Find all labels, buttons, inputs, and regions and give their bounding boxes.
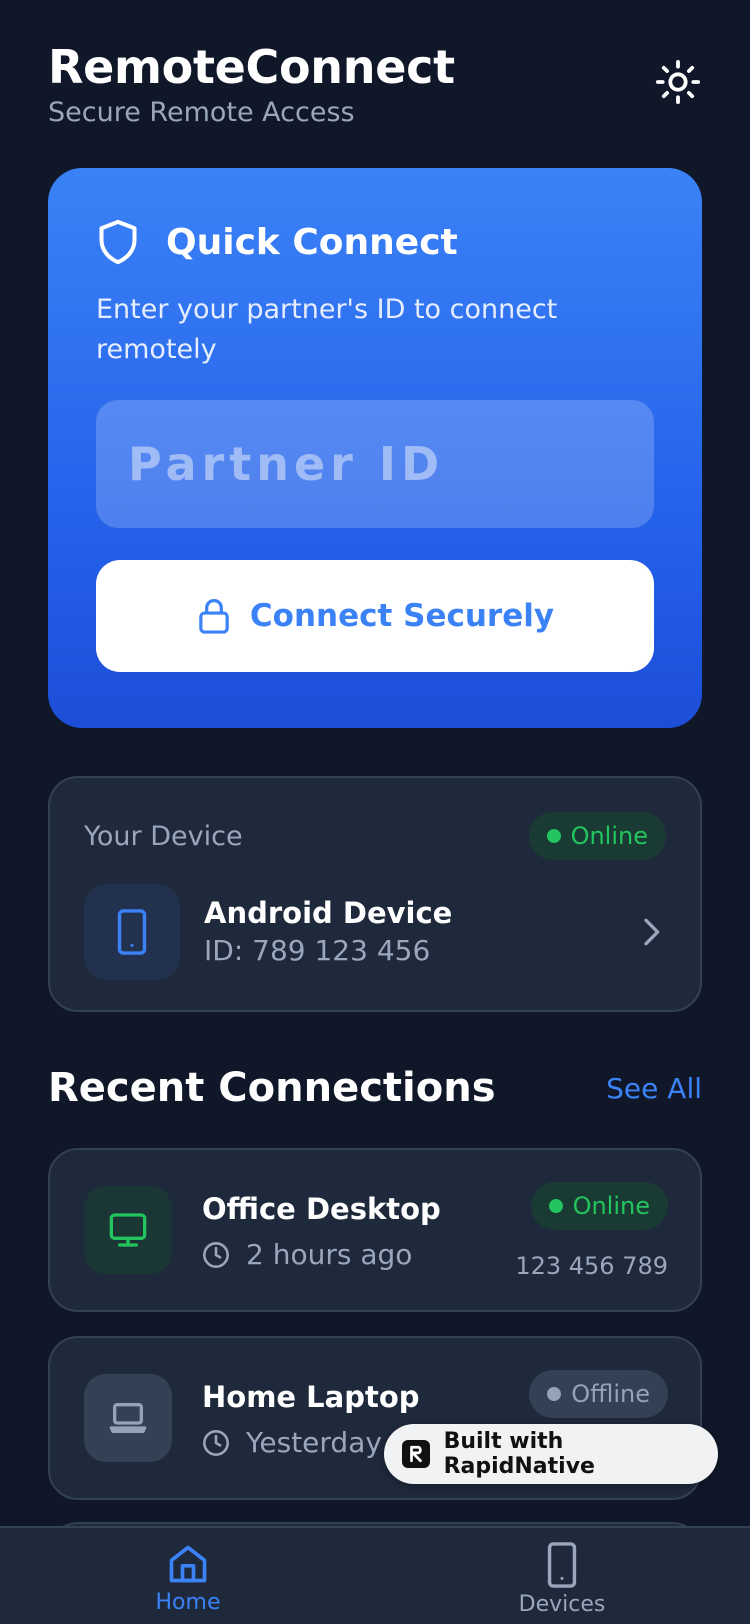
device-id: ID: 789 123 456 bbox=[204, 934, 431, 967]
clock-icon bbox=[202, 1241, 230, 1269]
status-dot bbox=[547, 1387, 562, 1401]
your-device-header: Your Device Online bbox=[84, 812, 666, 860]
connection-icon-tile bbox=[84, 1374, 172, 1462]
nav-item-devices[interactable]: Devices bbox=[462, 1542, 662, 1617]
smartphone-icon bbox=[547, 1542, 577, 1588]
theme-toggle-button[interactable] bbox=[654, 58, 702, 106]
status-badge-label: Online bbox=[572, 1192, 650, 1220]
recent-connections-title: Recent Connections bbox=[48, 1065, 496, 1111]
chevron-right-icon[interactable] bbox=[636, 917, 666, 947]
device-info: Android Device ID: 789 123 456 bbox=[204, 894, 636, 970]
device-icon-tile bbox=[84, 884, 180, 980]
device-name: Android Device bbox=[204, 896, 453, 930]
status-badge-label: Offline bbox=[571, 1380, 650, 1408]
status-badge: Online bbox=[530, 1182, 668, 1230]
your-device-row[interactable]: Android Device ID: 789 123 456 bbox=[84, 884, 666, 980]
sun-icon bbox=[655, 59, 701, 105]
built-with-badge[interactable]: Built with RapidNative bbox=[384, 1424, 718, 1484]
status-badge: Online bbox=[528, 812, 666, 860]
status-badge-label: Online bbox=[570, 822, 648, 850]
clock-icon bbox=[202, 1429, 230, 1457]
header: RemoteConnect Secure Remote Access bbox=[48, 38, 702, 138]
quick-connect-card: Quick Connect Enter your partner's ID to… bbox=[48, 168, 702, 728]
connection-card-office-desktop[interactable]: Office Desktop 2 hours ago Online 123 45… bbox=[48, 1148, 702, 1312]
nav-item-label: Devices bbox=[518, 1592, 606, 1617]
laptop-icon bbox=[109, 1403, 147, 1433]
connection-time: 2 hours ago bbox=[202, 1236, 412, 1274]
bottom-nav: Home Devices bbox=[0, 1526, 750, 1624]
connection-name: Office Desktop bbox=[202, 1192, 441, 1226]
connection-time-label: Yesterday bbox=[246, 1426, 382, 1459]
your-device-card[interactable]: Your Device Online Android Device ID: 78… bbox=[48, 776, 702, 1012]
your-device-label: Your Device bbox=[84, 820, 243, 852]
lock-icon bbox=[196, 597, 232, 635]
quick-connect-title: Quick Connect bbox=[166, 221, 458, 263]
connection-icon-tile bbox=[84, 1186, 172, 1274]
app-subtitle: Secure Remote Access bbox=[48, 97, 355, 128]
connection-time: Yesterday bbox=[202, 1424, 382, 1462]
partner-id-input[interactable] bbox=[96, 400, 654, 528]
shield-icon bbox=[96, 217, 142, 267]
connect-securely-button[interactable]: Connect Securely bbox=[96, 560, 654, 672]
connect-securely-label: Connect Securely bbox=[249, 598, 555, 634]
status-dot bbox=[546, 829, 561, 843]
built-with-text: Built with RapidNative bbox=[443, 1429, 595, 1479]
status-dot bbox=[548, 1199, 563, 1213]
connection-id: 123 456 789 bbox=[515, 1252, 668, 1280]
connection-time-label: 2 hours ago bbox=[246, 1238, 413, 1271]
home-icon bbox=[169, 1545, 207, 1583]
smartphone-icon bbox=[117, 909, 147, 955]
see-all-link[interactable]: See All bbox=[606, 1072, 702, 1105]
app-title: RemoteConnect bbox=[48, 40, 455, 94]
recent-connections-header: Recent Connections See All bbox=[48, 1058, 702, 1118]
rapidnative-logo-icon bbox=[402, 1440, 430, 1468]
monitor-icon bbox=[109, 1213, 147, 1247]
quick-connect-description: Enter your partner's ID to connect remot… bbox=[96, 294, 558, 365]
status-badge: Offline bbox=[529, 1370, 668, 1418]
connection-name: Home Laptop bbox=[202, 1380, 420, 1414]
quick-connect-header: Quick Connect bbox=[96, 212, 654, 272]
nav-item-label: Home bbox=[155, 1590, 221, 1615]
nav-item-home[interactable]: Home bbox=[88, 1542, 288, 1615]
